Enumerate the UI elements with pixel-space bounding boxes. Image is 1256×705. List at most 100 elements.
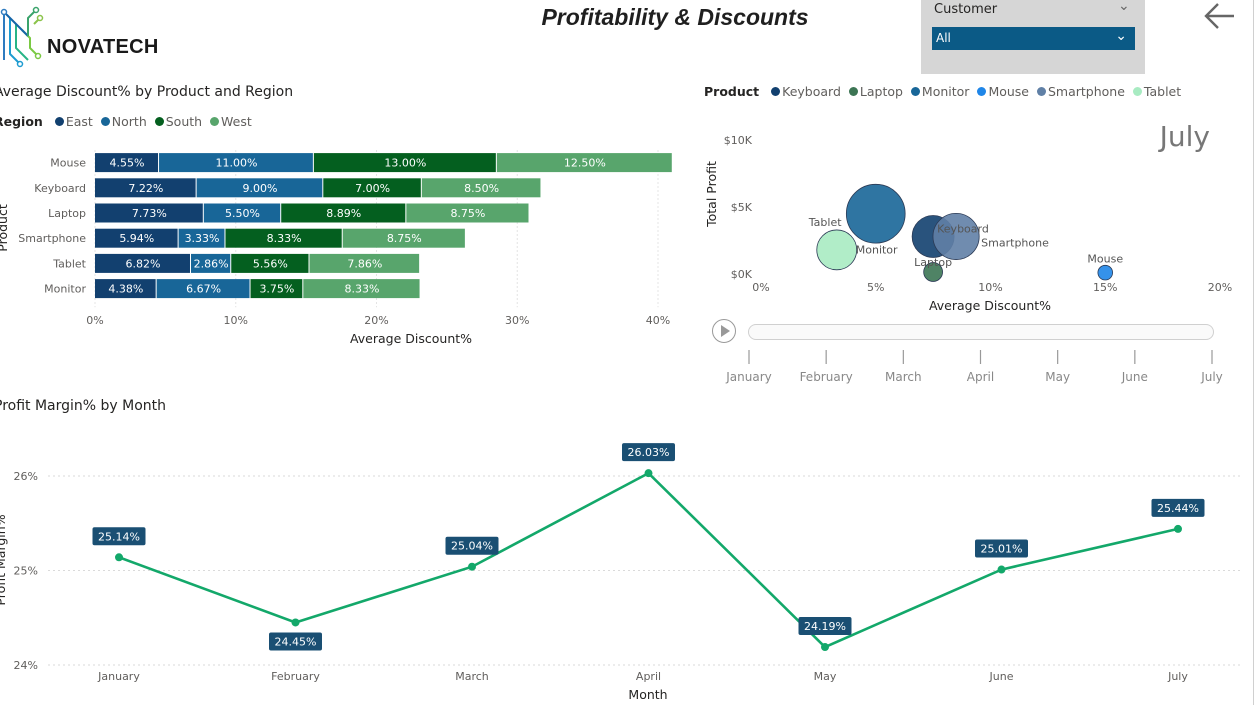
- x-tick-label: 0%: [752, 281, 769, 294]
- bar-data-label: 2.86%: [194, 257, 229, 270]
- line-point-february: [291, 618, 300, 627]
- logo-text: NOVATECH: [47, 36, 159, 58]
- line-point-july: [1174, 524, 1182, 533]
- play-axis-label-february: February: [800, 370, 853, 384]
- legend-item-east[interactable]: East: [51, 114, 93, 129]
- legend-item-keyboard[interactable]: Keyboard: [767, 84, 841, 99]
- x-tick-label: 5%: [867, 281, 884, 294]
- y-axis-label: Product: [0, 204, 10, 252]
- bar-data-label: 6.67%: [186, 283, 221, 296]
- chevron-down-icon[interactable]: ⌄: [1115, 28, 1127, 44]
- bar-data-label: 7.73%: [132, 207, 167, 220]
- legend-title: Region: [0, 114, 43, 129]
- back-arrow-icon[interactable]: [1200, 0, 1240, 36]
- x-tick-label: 40%: [646, 314, 670, 327]
- bar-data-label: 8.50%: [464, 182, 499, 195]
- y-tick-label: $10K: [724, 134, 753, 147]
- bar-data-label: 9.00%: [242, 182, 277, 195]
- bar-data-label: 8.75%: [450, 207, 485, 220]
- legend-item-smartphone[interactable]: Smartphone: [1033, 84, 1125, 99]
- x-tick-label-april: April: [636, 670, 661, 683]
- product-legend: Product Keyboard Laptop Monitor Mouse Sm…: [704, 84, 1181, 99]
- category-label-tablet: Tablet: [52, 257, 86, 270]
- x-tick-label-march: March: [455, 670, 489, 683]
- bubble-label-monitor: Monitor: [856, 244, 898, 257]
- legend-item-tablet[interactable]: Tablet: [1129, 84, 1181, 99]
- legend-item-west[interactable]: West: [206, 114, 252, 129]
- legend-item-south[interactable]: South: [151, 114, 202, 129]
- bubble-label-laptop: Laptop: [914, 256, 952, 269]
- bar-data-label: 8.33%: [344, 283, 379, 296]
- data-label: 25.44%: [1157, 502, 1199, 515]
- x-tick-label: 20%: [1208, 281, 1232, 294]
- play-axis-label-june: June: [1121, 370, 1148, 384]
- bubble-smartphone: [932, 212, 980, 260]
- y-axis-label: Profit Margin%: [0, 514, 8, 605]
- bubble-label-tablet: Tablet: [808, 216, 842, 229]
- legend-item-mouse[interactable]: Mouse: [973, 84, 1029, 99]
- play-axis-current-value: July: [1158, 120, 1210, 153]
- bar-data-label: 8.75%: [387, 232, 422, 245]
- bar-data-label: 13.00%: [384, 157, 426, 170]
- legend-item-monitor[interactable]: Monitor: [907, 84, 969, 99]
- play-axis[interactable]: January February March April May June July: [700, 342, 1240, 387]
- line-chart-title: Profit Margin% by Month: [0, 398, 167, 414]
- legend-title: Product: [704, 84, 760, 99]
- bar-chart-title: Average Discount% by Product and Region: [0, 84, 294, 100]
- line-point-may: [821, 643, 829, 652]
- chevron-down-icon[interactable]: ⌄: [1118, 0, 1130, 14]
- category-label-mouse: Mouse: [50, 157, 86, 170]
- bubble-monitor: [845, 183, 906, 244]
- x-axis-label: Month: [628, 687, 667, 702]
- play-axis-label-july: July: [1200, 370, 1223, 384]
- bar-data-label: 8.89%: [326, 207, 361, 220]
- x-tick-label: 15%: [1093, 281, 1117, 294]
- y-tick-label: 24%: [14, 659, 38, 672]
- legend-item-laptop[interactable]: Laptop: [845, 84, 903, 99]
- category-label-monitor: Monitor: [44, 283, 86, 296]
- category-label-smartphone: Smartphone: [18, 232, 86, 245]
- bar-data-label: 5.56%: [253, 257, 288, 270]
- x-tick-label: 0%: [86, 314, 103, 327]
- stacked-bar-chart: 0% 10% 20% 30% 40% Average Discount% Product Mo…: [0, 150, 672, 346]
- y-tick-label: 25%: [14, 565, 38, 578]
- bar-data-label: 7.22%: [128, 182, 163, 195]
- play-axis-label-may: May: [1045, 370, 1070, 384]
- bar-data-label: 12.50%: [564, 157, 606, 170]
- circuit-logo-icon: [0, 6, 44, 68]
- bubble-label-mouse: Mouse: [1087, 253, 1123, 266]
- bar-data-label: 3.75%: [259, 283, 294, 296]
- line-point-april: [644, 469, 653, 478]
- x-tick-label: 20%: [364, 314, 388, 327]
- x-tick-label-july: July: [1167, 670, 1188, 683]
- data-label: 24.45%: [275, 635, 317, 648]
- y-tick-label: 26%: [14, 470, 38, 483]
- data-label: 25.14%: [98, 530, 140, 543]
- legend-item-north[interactable]: North: [97, 114, 147, 129]
- data-label: 25.01%: [981, 543, 1023, 556]
- x-tick-label: 10%: [978, 281, 1002, 294]
- bubble-chart: $0K $5K $10K 0% 5% 10% 15% 20% Average Discount%…: [704, 120, 1232, 313]
- play-icon[interactable]: [712, 319, 736, 343]
- customer-slicer[interactable]: Customer ⌄ All ⌄: [921, 0, 1145, 74]
- slicer-label: Customer: [934, 2, 998, 17]
- bubble-mouse: [1097, 264, 1113, 281]
- data-label: 24.19%: [804, 620, 846, 633]
- company-logo: NOVATECH: [0, 4, 170, 68]
- bar-data-label: 3.33%: [185, 232, 220, 245]
- bar-data-label: 6.82%: [126, 257, 161, 270]
- slicer-dropdown[interactable]: All ⌄: [932, 27, 1135, 50]
- y-tick-label: $0K: [731, 268, 753, 281]
- bar-data-label: 7.86%: [347, 257, 382, 270]
- profit-margin-line: [118, 471, 1179, 649]
- data-label: 26.03%: [628, 446, 670, 459]
- play-axis-label-march: March: [885, 370, 922, 384]
- data-label: 25.04%: [451, 540, 493, 553]
- bar-data-label: 11.00%: [215, 157, 257, 170]
- play-axis-label-april: April: [967, 370, 994, 384]
- page-title: Profitability & Discounts: [541, 4, 809, 30]
- play-axis-track[interactable]: [748, 324, 1214, 340]
- y-axis-label: Total Profit: [704, 161, 719, 228]
- category-label-keyboard: Keyboard: [34, 182, 86, 195]
- bar-data-label: 5.50%: [225, 207, 260, 220]
